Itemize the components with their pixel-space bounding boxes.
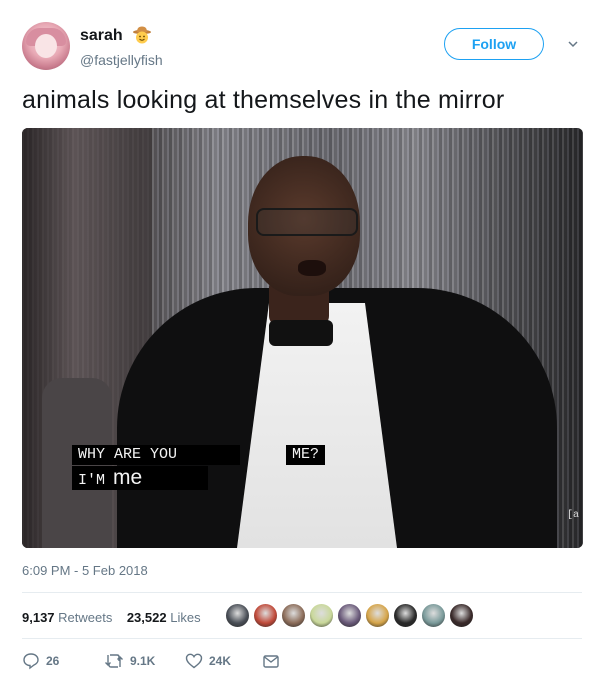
caption-line-1-end: ME?	[286, 445, 326, 465]
liker-avatar[interactable]	[253, 603, 278, 628]
tweet-timestamp[interactable]: 6:09 PM - 5 Feb 2018	[22, 563, 148, 578]
retweets-stat[interactable]: 9,137 Retweets	[22, 610, 112, 625]
avatar-face	[35, 34, 57, 58]
retweet-icon	[105, 654, 123, 668]
likes-label: Likes	[170, 610, 201, 625]
like-action[interactable]: 24K	[185, 649, 231, 673]
tweet-text: animals looking at themselves in the mir…	[22, 86, 505, 114]
likes-stat[interactable]: 23,522 Likes	[127, 610, 201, 625]
user-avatar[interactable]	[22, 22, 70, 70]
retweet-action[interactable]: 9.1K	[104, 649, 155, 673]
retweet-count: 9.1K	[130, 654, 156, 668]
liker-avatar[interactable]	[225, 603, 250, 628]
retweets-label: Retweets	[58, 610, 113, 625]
chevron-down-icon[interactable]	[567, 38, 579, 50]
tweet-media-image[interactable]: WHY ARE YOU ME? I'M me [a	[22, 128, 583, 548]
bow-tie	[269, 320, 333, 346]
envelope-icon	[263, 655, 279, 668]
reply-icon	[23, 653, 39, 670]
retweets-count: 9,137	[22, 610, 55, 625]
divider-top	[22, 592, 582, 593]
liker-avatar[interactable]	[281, 603, 306, 628]
caption-line-2-word: me	[113, 466, 143, 489]
user-display-name[interactable]: sarah	[80, 27, 123, 45]
follow-button[interactable]: Follow	[444, 28, 544, 60]
caption-line-2-prefix: I'M	[78, 472, 106, 489]
liker-avatar[interactable]	[421, 603, 446, 628]
engagement-stats: 9,137 Retweets 23,522 Likes	[22, 606, 201, 630]
divider-bottom	[22, 638, 582, 639]
liker-avatar[interactable]	[309, 603, 334, 628]
heart-icon	[185, 653, 203, 669]
liker-avatar[interactable]	[449, 603, 474, 628]
tweet-header: sarah @fastjellyfish Follow	[22, 22, 587, 74]
reply-count: 26	[46, 654, 60, 668]
caption-line-1: WHY ARE YOU	[72, 445, 240, 465]
direct-message-action[interactable]	[262, 649, 286, 673]
user-handle[interactable]: @fastjellyfish	[80, 52, 163, 68]
like-count: 24K	[209, 654, 232, 668]
glasses	[256, 208, 358, 236]
likes-count: 23,522	[126, 610, 167, 625]
liker-avatar[interactable]	[365, 603, 390, 628]
liker-avatar[interactable]	[337, 603, 362, 628]
cowboy-face-emoji-icon	[133, 26, 151, 44]
caption-line-2: I'M me	[72, 466, 208, 490]
mouth	[298, 260, 326, 276]
liker-avatar[interactable]	[393, 603, 418, 628]
reply-action[interactable]: 26	[22, 649, 59, 673]
corner-mark: [a	[566, 510, 579, 521]
